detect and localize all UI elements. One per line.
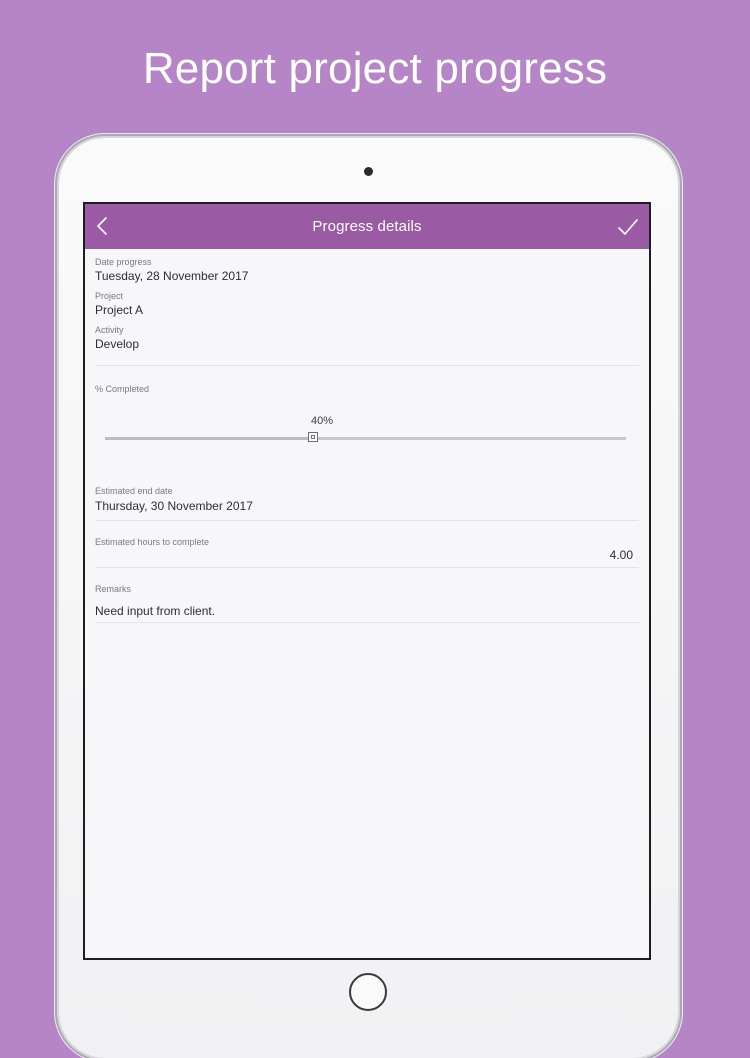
estimated-hours-value[interactable]: 4.00 [610,548,633,562]
estimated-end-date-value: Thursday, 30 November 2017 [95,499,253,513]
percent-completed-label: % Completed [95,384,150,394]
estimated-hours-label: Estimated hours to complete [95,537,210,547]
app-screen: Progress details Date progress Tuesday, … [83,202,651,960]
chevron-left-icon[interactable] [95,216,109,236]
remarks-label: Remarks [95,584,132,594]
tablet-frame: Progress details Date progress Tuesday, … [59,138,678,1058]
slider-thumb[interactable] [308,432,319,442]
project-label: Project [95,291,124,301]
activity-value: Develop [95,337,140,351]
camera-icon [364,167,373,176]
percent-slider[interactable] [105,432,626,442]
slider-fill [105,437,314,440]
activity-field[interactable]: Activity Develop [95,325,639,351]
estimated-end-date-field[interactable]: Estimated end date Thursday, 30 November… [95,484,639,521]
home-button[interactable] [349,973,387,1011]
page-title: Progress details [312,218,422,235]
date-progress-field[interactable]: Date progress Tuesday, 28 November 2017 [95,257,639,283]
percent-completed-value: 40% [310,415,334,427]
date-progress-label: Date progress [95,257,152,267]
activity-label: Activity [95,325,124,335]
estimated-end-date-label: Estimated end date [95,486,173,496]
remarks-value[interactable]: Need input from client. [95,604,639,618]
info-group: Date progress Tuesday, 28 November 2017 … [95,249,639,366]
checkmark-icon[interactable] [617,218,639,236]
form-content: Date progress Tuesday, 28 November 2017 … [85,249,649,623]
project-value: Project A [95,303,144,317]
project-field[interactable]: Project Project A [95,291,639,317]
percent-completed-section: % Completed 40% [95,366,639,484]
remarks-field[interactable]: Remarks Need input from client. [95,582,639,623]
nav-bar: Progress details [85,204,649,249]
headline: Report project progress [142,44,608,93]
date-progress-value: Tuesday, 28 November 2017 [95,269,249,283]
estimated-hours-field[interactable]: Estimated hours to complete 4.00 [95,535,639,568]
